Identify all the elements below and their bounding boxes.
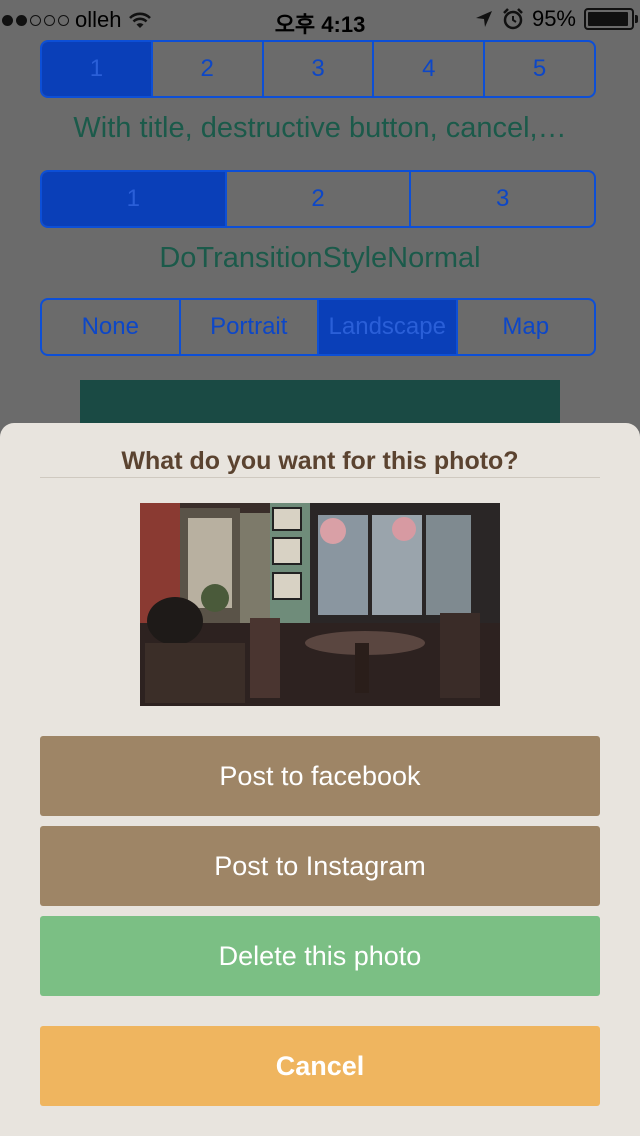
segment-control-top[interactable]: 12345 [40, 40, 596, 98]
action-sheet-title: What do you want for this photo? [121, 447, 519, 475]
restaurant-interior-image [140, 503, 500, 706]
style-segment-none[interactable]: None [42, 300, 181, 354]
top-segment-2[interactable]: 2 [153, 42, 264, 96]
mid-segment-3[interactable]: 3 [411, 172, 594, 226]
segment-control-mid[interactable]: 123 [40, 170, 596, 228]
post-facebook-button[interactable]: Post to facebook [40, 736, 600, 816]
alarm-icon [503, 8, 523, 30]
top-segment-1[interactable]: 1 [42, 42, 153, 96]
top-segment-5[interactable]: 5 [485, 42, 594, 96]
style-segment-map[interactable]: Map [458, 300, 595, 354]
battery-icon [584, 8, 638, 30]
segment-control-style[interactable]: None Portrait Landscape Map [40, 298, 596, 356]
mid-segment-2[interactable]: 2 [227, 172, 412, 226]
action-sheet: What do you want for this photo? Post to… [0, 423, 640, 1136]
cancel-button[interactable]: Cancel [40, 1026, 600, 1106]
status-right: 95% [474, 6, 638, 32]
top-segment-3[interactable]: 3 [264, 42, 375, 96]
photo-preview [140, 503, 500, 706]
caption-action-sheet-style: With title, destructive button, cancel,… [73, 112, 567, 144]
status-bar: olleh 오후 4:13 95% [0, 0, 640, 40]
mid-segment-1[interactable]: 1 [42, 172, 227, 226]
post-instagram-button[interactable]: Post to Instagram [40, 826, 600, 906]
battery-percent: 95% [531, 6, 576, 31]
battery-fill [588, 12, 628, 26]
location-arrow-icon [475, 11, 492, 27]
title-divider [40, 477, 600, 478]
delete-photo-button[interactable]: Delete this photo [40, 916, 600, 996]
style-segment-landscape[interactable]: Landscape [319, 300, 458, 354]
top-segment-4[interactable]: 4 [374, 42, 486, 96]
caption-transition-style: DoTransitionStyleNormal [159, 242, 481, 274]
style-segment-portrait[interactable]: Portrait [181, 300, 319, 354]
